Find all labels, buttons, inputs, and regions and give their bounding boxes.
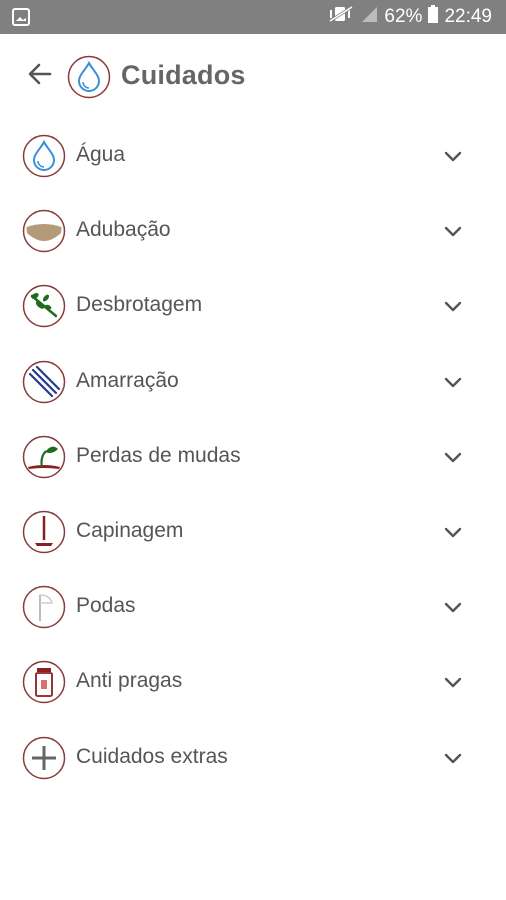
list-item-label: Capinagem [76, 518, 184, 542]
battery-icon [428, 5, 439, 29]
list-item-label: Podas [76, 594, 136, 618]
list-item-label: Desbrotagem [76, 293, 203, 317]
list-item-capinagem[interactable]: Capinagem [0, 494, 506, 569]
status-bar: 62% 22:49 [0, 0, 506, 34]
list-item-agua[interactable]: Água [0, 118, 506, 193]
battery-percent: 62% [384, 6, 423, 27]
list-item-label: Anti pragas [76, 669, 183, 693]
list-item-label: Perdas de mudas [76, 443, 241, 467]
list-item-label: Adubação [76, 218, 171, 242]
list-item-adubacao[interactable]: Adubação [0, 193, 506, 268]
list-item-perdas-de-mudas[interactable]: Perdas de mudas [0, 419, 506, 494]
list-item-cuidados-extras[interactable]: Cuidados extras [0, 720, 506, 795]
sprout-removal-icon [22, 284, 66, 328]
app-bar: Cuidados [0, 34, 506, 120]
vibrate-mute-icon [328, 5, 354, 29]
list-item-desbrotagem[interactable]: Desbrotagem [0, 268, 506, 343]
clock: 22:49 [444, 6, 492, 27]
plus-icon [22, 736, 66, 780]
signal-icon [360, 5, 378, 29]
list-item-label: Cuidados extras [76, 744, 228, 768]
list-item-anti-pragas[interactable]: Anti pragas [0, 644, 506, 719]
arrow-back-icon[interactable] [22, 56, 58, 92]
care-list: Água Adubação Desbrotagem Amarração Perd… [0, 118, 506, 795]
list-item-amarracao[interactable]: Amarração [0, 344, 506, 419]
pruning-icon [22, 585, 66, 629]
chevron-down-icon[interactable] [441, 747, 465, 771]
list-item-label: Água [76, 143, 126, 166]
pesticide-icon [22, 660, 66, 704]
fertilizer-icon [22, 209, 66, 253]
page-title: Cuidados [121, 60, 246, 90]
seedling-icon [22, 435, 66, 479]
image-notification-icon [12, 8, 30, 26]
chevron-down-icon[interactable] [441, 521, 465, 545]
list-item-label: Amarração [76, 368, 179, 392]
water-drop-icon [22, 134, 66, 178]
chevron-down-icon[interactable] [441, 671, 465, 695]
chevron-down-icon[interactable] [441, 596, 465, 620]
water-drop-icon [67, 55, 111, 99]
tying-icon [22, 360, 66, 404]
chevron-down-icon[interactable] [441, 446, 465, 470]
chevron-down-icon[interactable] [441, 295, 465, 319]
hoe-icon [22, 510, 66, 554]
chevron-down-icon[interactable] [441, 371, 465, 395]
list-item-podas[interactable]: Podas [0, 569, 506, 644]
chevron-down-icon[interactable] [441, 220, 465, 244]
chevron-down-icon[interactable] [441, 145, 465, 169]
